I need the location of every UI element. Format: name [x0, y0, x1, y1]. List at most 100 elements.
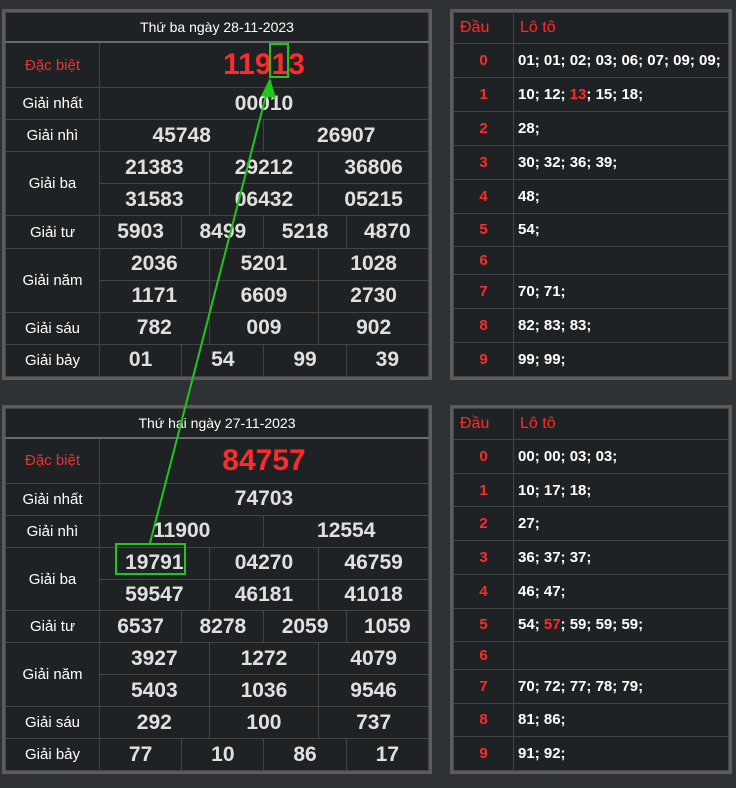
dau-digit: 5 — [453, 607, 514, 643]
result-grid-top: Thứ ba ngày 28-11-2023 Đặc biệt 11913 Giải … — [5, 12, 430, 378]
prize-label: Giải nhì — [5, 119, 100, 153]
loto-values: 99; 99; — [513, 342, 729, 377]
loto-grid-bottom: Đầu Lô tô 0 00; 00; 03; 03; 1 10; 17; 18; 22… — [453, 408, 729, 771]
prize-row-special: Đặc biệt 11913 — [5, 41, 429, 89]
dau-digit: 9 — [453, 736, 514, 771]
prize-number: 46181 — [208, 578, 320, 612]
loto-values — [513, 246, 729, 276]
prize-number: 45748 — [98, 119, 265, 153]
prize-label: Giải nhất — [5, 87, 100, 121]
prize-number: 737 — [318, 706, 429, 740]
loto-row: 6 — [453, 641, 729, 670]
prize-number: 26907 — [263, 119, 429, 153]
result-table-bottom: Thứ hai ngày 27-11-2023 Đặc biệt 84757 Giải… — [2, 405, 432, 774]
special-prize-number: 11913 — [99, 41, 429, 89]
prize-number: 1036 — [208, 674, 320, 708]
loto-number: 36 — [518, 548, 535, 566]
dau-digit: 2 — [453, 506, 514, 542]
loto-row: 5 54; 57; 59; 59; 59; — [453, 607, 729, 643]
loto-number: 01 — [543, 51, 561, 69]
prize-label: Giải tư — [5, 215, 100, 249]
prize-row: Giải ba 19791 04270 46759 — [5, 546, 429, 612]
loto-number: 13 — [569, 85, 587, 103]
loto-number: 70 — [518, 677, 535, 695]
loto-number: 99 — [518, 351, 535, 368]
loto-row: 3 36; 37; 37; — [453, 540, 729, 575]
dau-digit: 0 — [453, 43, 514, 78]
loto-row: 0 00; 00; 03; 03; — [453, 439, 729, 474]
dau-digit: 6 — [453, 246, 514, 276]
loto-number: 86 — [543, 711, 561, 729]
dau-digit: 3 — [453, 144, 514, 180]
prize-number: 06432 — [208, 183, 320, 217]
prize-label: Giải năm — [5, 247, 100, 313]
loto-header-row: Đầu Lô tô — [453, 408, 729, 440]
loto-values: 30; 32; 36; 39; — [513, 144, 729, 180]
loto-number: 32 — [543, 153, 561, 171]
prize-label-special: Đặc biệt — [5, 437, 100, 484]
loto-number: 47 — [543, 582, 561, 600]
prize-number: 902 — [318, 311, 429, 345]
prize-number: 99 — [263, 343, 347, 378]
loto-values: 70; 71; — [513, 274, 729, 310]
result-grid-bottom: Thứ hai ngày 27-11-2023 Đặc biệt 84757 Giải… — [5, 408, 430, 771]
loto-number: 17 — [543, 481, 561, 499]
prize-number: 1272 — [208, 642, 320, 676]
prize-number: 6537 — [98, 610, 183, 644]
prize-number: 5201 — [208, 247, 320, 281]
loto-row: 9 99; 99; — [453, 342, 729, 377]
prize-label: Giải sáu — [5, 706, 100, 740]
loto-grid-top: Đầu Lô tô 0 01; 01; 02; 03; 06; 07; 09; 09;… — [453, 12, 729, 377]
dau-header: Đầu — [453, 408, 514, 440]
loto-values: 01; 01; 02; 03; 06; 07; 09; 09; — [513, 43, 729, 78]
prize-number: 8499 — [181, 215, 265, 249]
dau-digit: 9 — [453, 342, 514, 377]
prize-row: Giải tư 6537 8278 2059 1059 — [5, 610, 430, 644]
prize-number: 21383 — [99, 151, 210, 185]
loto-number: 81 — [518, 711, 535, 729]
loto-number: 82 — [518, 317, 535, 335]
loto-table-bottom: Đầu Lô tô 0 00; 00; 03; 03; 1 10; 17; 18; 22… — [450, 405, 732, 774]
loto-number: 99 — [543, 351, 561, 368]
prize-number: 31583 — [99, 183, 210, 217]
prize-row: Giải năm 3927 1272 4079 — [5, 642, 429, 708]
loto-values: 81; 86; — [513, 702, 729, 738]
loto-values: 10; 12; 13; 15; 18; — [513, 76, 729, 112]
prize-number: 782 — [99, 311, 210, 345]
loto-number: 09 — [699, 51, 716, 69]
prize-number: 77 — [98, 738, 183, 771]
dau-digit: 8 — [453, 702, 514, 738]
loto-number: 30 — [518, 153, 535, 171]
prize-label: Giải ba — [5, 546, 100, 612]
loto-number: 03 — [569, 447, 587, 465]
loto-number: 48 — [518, 187, 535, 205]
dau-digit: 1 — [453, 76, 514, 112]
prize-number: 5218 — [263, 215, 347, 249]
loto-number: 83 — [543, 317, 561, 335]
special-prize-number: 84757 — [99, 437, 429, 484]
loto-row: 3 30; 32; 36; 39; — [453, 144, 729, 180]
prize-row: Giải bảy 01 54 99 39 — [5, 343, 430, 378]
loto-row: 7 70; 71; — [453, 274, 729, 310]
prize-label: Giải nhất — [5, 482, 100, 516]
dau-digit: 7 — [453, 668, 514, 704]
prize-number: 100 — [208, 706, 320, 740]
prize-number: 46759 — [318, 546, 429, 580]
loto-row: 1 10; 17; 18; — [453, 472, 729, 508]
prize-label: Giải nhì — [5, 514, 100, 548]
dau-digit: 2 — [453, 110, 514, 146]
loto-values: 70; 72; 77; 78; 79; — [513, 668, 729, 704]
prize-number: 36806 — [318, 151, 429, 185]
loto-number: 59 — [621, 616, 639, 634]
loto-number: 72 — [543, 677, 561, 695]
loto-number: 71 — [543, 283, 561, 301]
loto-header: Lô tô — [513, 408, 729, 440]
prize-label: Giải tư — [5, 610, 100, 644]
loto-row: 4 46; 47; — [453, 573, 729, 609]
loto-number: 54 — [518, 221, 535, 239]
title-row: Thứ hai ngày 27-11-2023 — [5, 408, 429, 439]
prize-number: 009 — [208, 311, 320, 345]
loto-row: 1 10; 12; 13; 15; 18; — [453, 76, 729, 112]
loto-number: 83 — [569, 317, 587, 335]
prize-number: 59547 — [99, 578, 210, 612]
